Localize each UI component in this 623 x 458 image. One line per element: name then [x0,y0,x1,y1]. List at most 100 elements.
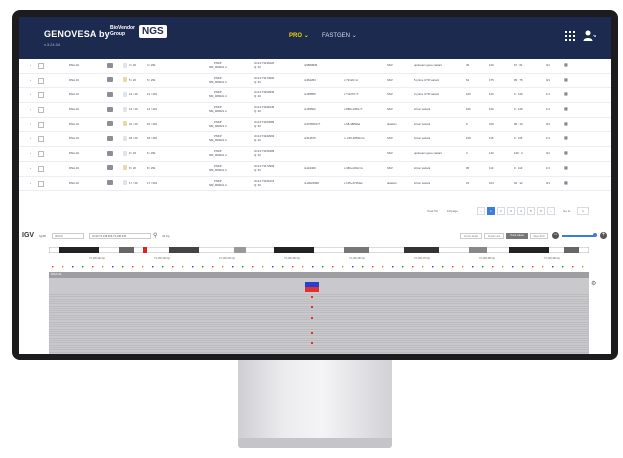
table-row[interactable]: › DNA-01 6 / 20 6 / 291 PNKP NM_000021.4 chr14… [19,147,611,162]
details-icon[interactable]: ▦ [564,180,568,185]
zoom-slider[interactable] [562,235,595,237]
cell-total: 17 / 291 [147,180,158,185]
center-line-button[interactable]: Center Line [484,233,504,239]
row-checkbox[interactable] [38,136,44,143]
base-marker [422,266,424,268]
chromosome-select[interactable]: chr14 [52,233,84,239]
table-row[interactable]: › DNA-01 16 / 20 16 / 291 PNKP NM_000021.4 chr… [19,118,611,133]
page-button-5[interactable]: 5 [527,207,535,215]
row-checkbox[interactable] [38,180,44,187]
cell-position[interactable]: chr14:73163989 Q: 40 [254,120,274,128]
igv-toolbar: IGV hg38 chr14 chr14:73,138,453-73,138,4… [19,230,611,244]
table-row[interactable]: › DNA-01 5 / 20 5 / 291 PNKP NM_000021.4 chr14… [19,74,611,89]
details-icon[interactable]: ▦ [564,62,568,67]
cell-position[interactable]: chr14:73220936 Q: 40 [254,90,274,98]
page-button-4[interactable]: 4 [517,207,525,215]
expand-icon[interactable]: › [30,151,31,155]
base-marker [482,266,484,268]
details-icon[interactable]: ▦ [564,121,568,126]
read-separator [49,298,589,300]
page-button-3[interactable]: 3 [507,207,515,215]
page-button-2[interactable]: 2 [497,207,505,215]
row-checkbox[interactable] [38,92,44,99]
page-button-1[interactable]: 1 [487,207,495,215]
zoom-in-icon[interactable]: + [600,232,607,239]
cell-gt: 1/1 [546,136,550,141]
expand-icon[interactable]: › [30,122,31,126]
row-checkbox[interactable] [38,165,44,172]
table-row[interactable]: › DNA-01 4 / 20 4 / 291 PNKP NM_000021.4 chr14… [19,59,611,74]
cell-position[interactable]: chr14:73172909 Q: 40 [254,164,274,172]
cell-position[interactable]: chr14:73161016 Q: 40 [254,179,274,187]
cell-position[interactable]: chr14:73156489 Q: 40 [254,149,274,157]
monitor-frame: GENOVESA by v.3.24.04 BioVendor Group NG… [12,10,618,360]
table-row[interactable]: › DNA-01 18 / 20 18 / 291 PNKP NM_000021.4 chr… [19,132,611,148]
expand-icon[interactable]: › [30,78,31,82]
expand-icon[interactable]: › [30,181,31,185]
cursor-guide-button[interactable]: Cursor Guide [460,233,482,239]
zoom-out-icon[interactable]: − [552,232,559,239]
user-icon[interactable] [582,29,597,43]
cell-dp: 9 [466,121,468,126]
row-checkbox[interactable] [38,121,44,128]
track-labels-button[interactable]: Track Labels [506,233,528,239]
read-separator [49,349,589,351]
cell-rank: 17 / 20 [129,180,138,185]
expand-icon[interactable]: › [30,136,31,140]
cell-af: 126 [489,63,494,67]
chromosome-ideogram[interactable] [49,247,589,253]
gear-icon[interactable]: ⚙ [591,281,596,287]
cell-sample: DNA-01 [69,165,79,170]
sample-type-icon [107,150,113,156]
table-row[interactable]: › DNA-01 17 / 20 17 / 291 PNKP NM_000021.4 chr… [19,177,611,192]
cell-zyg: SNV [387,63,393,67]
table-row[interactable]: › DNA-01 14 / 20 14 / 291 PNKP NM_000021.4 chr… [19,103,611,118]
prev-page-button[interactable]: ‹ [477,207,485,215]
row-checkbox[interactable] [38,77,44,84]
cell-rank: 18 / 20 [129,136,138,141]
details-icon[interactable]: ▦ [564,135,568,140]
expand-icon[interactable]: › [30,166,31,170]
save-svg-button[interactable]: Save SVG [530,233,548,239]
details-icon[interactable]: ▦ [564,165,568,170]
expand-icon[interactable]: › [30,107,31,111]
base-marker [132,266,134,268]
read-mismatch [311,306,313,308]
cell-hgvs: c.868+135G>T [344,107,363,112]
alignment-track[interactable]: DNA-01 [49,272,589,354]
cell-position[interactable]: chr14:73136420 Q: 40 [254,61,274,69]
base-marker [92,266,94,268]
page-button-6[interactable]: 6 [537,207,545,215]
base-marker [102,266,104,268]
expand-icon[interactable]: › [30,63,31,67]
flag-icon [123,135,127,141]
page-size-select[interactable]: 10/page [447,209,458,213]
cell-position[interactable]: chr14:73162993 Q: 40 [254,134,274,142]
locus-input[interactable]: chr14:73,138,453-73,138,445 [89,233,151,239]
table-row[interactable]: › DNA-01 8 / 20 8 / 291 PNKP NM_000021.4 chr14… [19,162,611,177]
details-icon[interactable]: ▦ [564,91,568,96]
coverage-track [49,272,589,278]
nav-item-fastgen[interactable]: FASTGEN ⌄ [322,32,357,39]
base-marker [542,266,544,268]
details-icon[interactable]: ▦ [564,150,568,155]
zoom-slider-handle[interactable] [593,233,597,237]
goto-input[interactable]: 1 [577,207,589,215]
search-icon[interactable]: ⚲ [153,232,157,239]
row-checkbox[interactable] [38,107,44,114]
nav-item-pro[interactable]: PRO ⌄ [289,32,309,39]
details-icon[interactable]: ▦ [564,77,568,82]
next-page-button[interactable]: › [547,207,555,215]
grid-icon[interactable] [565,31,575,41]
expand-icon[interactable]: › [30,92,31,96]
monitor-stand [238,360,392,440]
details-icon[interactable]: ▦ [564,106,568,111]
row-checkbox[interactable] [38,63,44,69]
chevron-down-icon: ⌄ [303,33,309,39]
genome-select[interactable]: hg38 [39,234,46,238]
table-row[interactable]: › DNA-01 14 / 20 14 / 291 PNKP NM_000021.4 chr… [19,88,611,104]
cell-position[interactable]: chr14:73198145 Q: 40 [254,105,274,113]
cell-position[interactable]: chr14:73173900 Q: 40 [254,76,274,84]
base-marker [572,266,574,268]
row-checkbox[interactable] [38,151,44,158]
